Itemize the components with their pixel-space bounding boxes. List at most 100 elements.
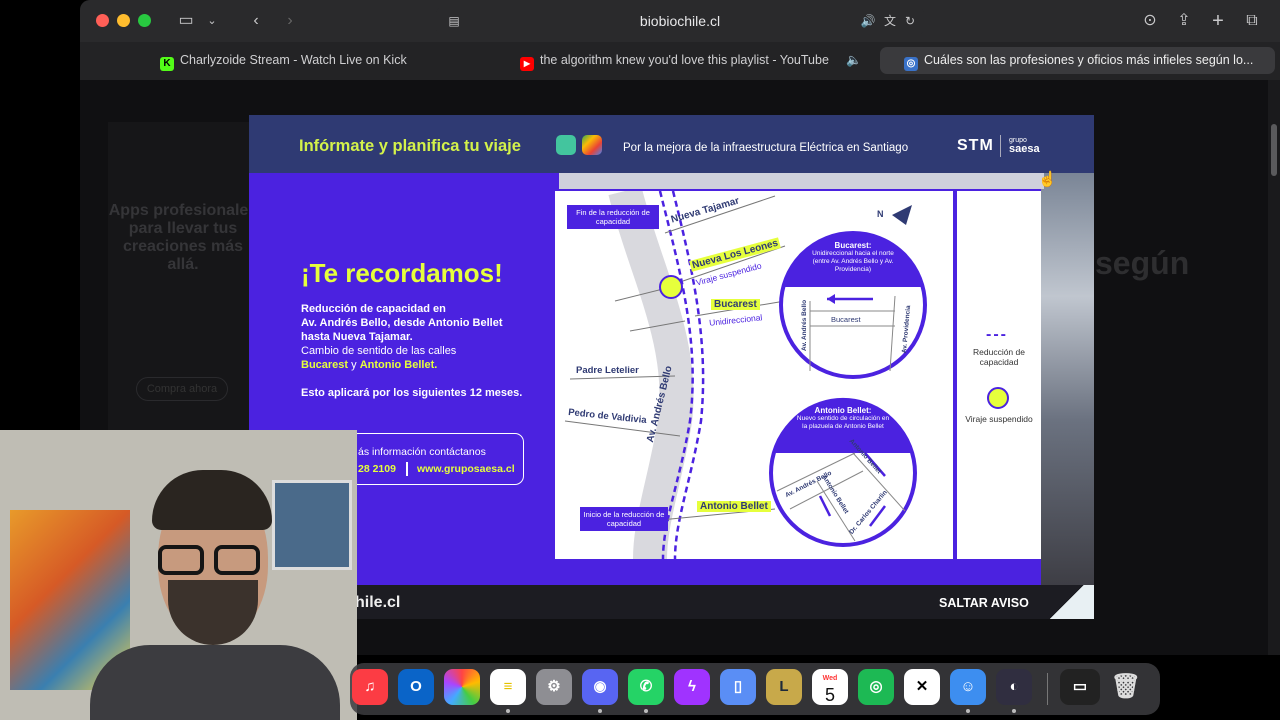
brand-sub-name: saesa [1009, 143, 1040, 155]
ad-strip [559, 173, 1044, 189]
route-map: Fin de la reducción de capacidad Inicio … [555, 186, 953, 560]
back-icon[interactable]: ‹ [244, 10, 268, 32]
tab-title: the algorithm knew you'd love this playl… [540, 53, 829, 67]
bellet-circle-text: Antonio Bellet: Nuevo sentido de circula… [795, 406, 891, 431]
circle1-av-ab: Av. Andrés Bello [801, 299, 808, 351]
download-icon[interactable]: ⊙ [1138, 10, 1162, 32]
legend-reduccion: Reducción de capacidad [973, 347, 1025, 367]
circle1-title: Bucarest: [834, 241, 872, 250]
preview-app-icon[interactable]: ▯ [720, 669, 756, 705]
circle1-desc: Unidireccional hacia el norte (entre Av.… [812, 250, 894, 273]
speaker-icon[interactable]: 🔊 [856, 10, 880, 32]
tab-bar: K Charlyzoide Stream - Watch Live on Kick… [80, 42, 1280, 80]
forward-icon[interactable]: › [278, 10, 302, 32]
webcam-overlay [0, 430, 357, 720]
inicio-label: Inicio de la reducción de capacidad [580, 507, 668, 531]
trash-app-icon[interactable]: 🗑 [1108, 669, 1144, 705]
brand-sub-logo: grupo saesa [1009, 137, 1040, 155]
calendar-month: Wed [822, 675, 838, 682]
webcam-person-beard [168, 580, 258, 645]
tab-biobio[interactable]: ◎ Cuáles son las profesiones y oficios má… [880, 47, 1275, 74]
circle2-title: Antonio Bellet: [814, 406, 872, 415]
scrollbar[interactable] [1268, 80, 1280, 655]
notes-app-icon[interactable]: ≡ [490, 669, 526, 705]
legend-viraje: Viraje suspendido [965, 414, 1033, 424]
background-ad-cta[interactable]: Compra ahora [136, 377, 228, 401]
running-indicator [644, 709, 648, 713]
tab-audio-icon[interactable]: 🔈 [846, 53, 862, 67]
ad-header: Infórmate y planifica tu viaje Por la me… [249, 115, 1094, 173]
kick-icon: K [160, 57, 174, 71]
antonio-bellet-label: Antonio Bellet [697, 501, 771, 512]
biobio-icon: ◎ [904, 57, 918, 71]
settings-app-icon[interactable]: ⚙ [536, 669, 572, 705]
share-icon[interactable]: ⇪ [1172, 10, 1196, 32]
remind-title: ¡Te recordamos! [301, 258, 503, 288]
minimize-window-button[interactable] [117, 14, 130, 27]
music-app-icon[interactable]: ♫ [352, 669, 388, 705]
contact-website[interactable]: www.gruposaesa.cl [417, 463, 515, 475]
remind-months: Esto aplicará por los siguientes 12 mese… [301, 387, 523, 399]
remind-bucarest: Bucarest [301, 359, 349, 371]
north-label: N [877, 209, 884, 219]
finder-app-icon[interactable]: ☺ [950, 669, 986, 705]
running-indicator [966, 709, 970, 713]
fin-label: Fin de la reducción de capacidad [567, 205, 659, 229]
ad-brand-logo: STM [957, 137, 994, 154]
spotify-app-icon[interactable]: ◎ [858, 669, 894, 705]
obs-app-icon[interactable]: ◐ [996, 669, 1032, 705]
brand-divider [1000, 135, 1001, 157]
tab-title: Charlyzoide Stream - Watch Live on Kick [180, 53, 407, 67]
bucarest-label: Bucarest [711, 299, 760, 310]
whatsapp-app-icon[interactable]: ✆ [628, 669, 664, 705]
remind-line: Cambio de sentido de las calles [301, 345, 457, 357]
browser-toolbar: ▭ ⌄ ‹ › ▤ biobiochile.cl 🔊 文 ↻ ⊙ ⇪ + ⧉ [80, 0, 1280, 42]
reload-icon[interactable]: ↻ [898, 10, 922, 32]
running-indicator [598, 709, 602, 713]
sidebar-toggle-icon[interactable]: ▭ [174, 10, 198, 32]
contact-box[interactable]: ás información contáctanos 28 2109 www.g… [349, 433, 524, 485]
outlook-app-icon[interactable]: O [398, 669, 434, 705]
contact-phone: 28 2109 [358, 463, 396, 475]
turn-suspended-icon [987, 387, 1009, 409]
tab-youtube[interactable]: ▶ the algorithm knew you'd love this play… [520, 47, 910, 74]
article-headline: según [1095, 245, 1190, 281]
screen-app-icon[interactable]: ▭ [1060, 669, 1100, 705]
tab-overview-icon[interactable]: ⧉ [1240, 10, 1264, 32]
skip-ad-button[interactable]: SALTAR AVISO [939, 596, 1029, 610]
circle1-street: Bucarest [831, 315, 861, 324]
calendar-app-icon[interactable]: Wed 5 [812, 669, 848, 705]
discord-app-icon[interactable]: ◉ [582, 669, 618, 705]
remind-body: Reducción de capacidad en Av. Andrés Bel… [301, 302, 541, 400]
hand-cursor-icon: ☝ [1038, 171, 1057, 188]
zoom-window-button[interactable] [138, 14, 151, 27]
messenger-app-icon[interactable]: ϟ [674, 669, 710, 705]
maps-icon [582, 135, 602, 155]
calendar-day: 5 [824, 685, 835, 705]
north-arrow-icon [892, 205, 912, 225]
padre-letelier-label: Padre Letelier [576, 365, 639, 376]
tab-title: Cuáles son las profesiones y oficios más… [924, 53, 1254, 67]
webcam-frame [272, 480, 352, 570]
dock: ♫ O ≡ ⚙ ◉ ✆ ϟ ▯ L Wed 5 ◎ ✕ ☺ ◐ ▭ 🗑 [350, 663, 1160, 715]
remind-and: y [348, 359, 360, 371]
address-text: biobiochile.cl [639, 13, 721, 29]
new-tab-icon[interactable]: + [1206, 10, 1230, 32]
scroll-thumb[interactable] [1271, 124, 1277, 176]
league-app-icon[interactable]: L [766, 669, 802, 705]
capcut-app-icon[interactable]: ✕ [904, 669, 940, 705]
ad-overlay: Infórmate y planifica tu viaje Por la me… [249, 115, 1094, 619]
photos-app-icon[interactable] [444, 669, 480, 705]
city-photo [1041, 173, 1094, 585]
address-bar[interactable]: ▤ biobiochile.cl 🔊 文 ↻ [436, 7, 924, 35]
tab-kick[interactable]: K Charlyzoide Stream - Watch Live on Kick [160, 47, 480, 74]
bucarest-circle-text: Bucarest: Unidireccional hacia el norte … [805, 241, 901, 274]
close-window-button[interactable] [96, 14, 109, 27]
reduction-dash-icon: --- [986, 326, 1008, 343]
chevron-down-icon[interactable]: ⌄ [200, 10, 224, 32]
map-legend: --- Reducción de capacidad Viraje suspen… [957, 191, 1041, 559]
remind-line: Av. Andrés Bello, desde Antonio Bellet [301, 317, 503, 329]
skip-corner-icon[interactable] [1039, 585, 1094, 619]
waze-icon [556, 135, 576, 155]
running-indicator [506, 709, 510, 713]
